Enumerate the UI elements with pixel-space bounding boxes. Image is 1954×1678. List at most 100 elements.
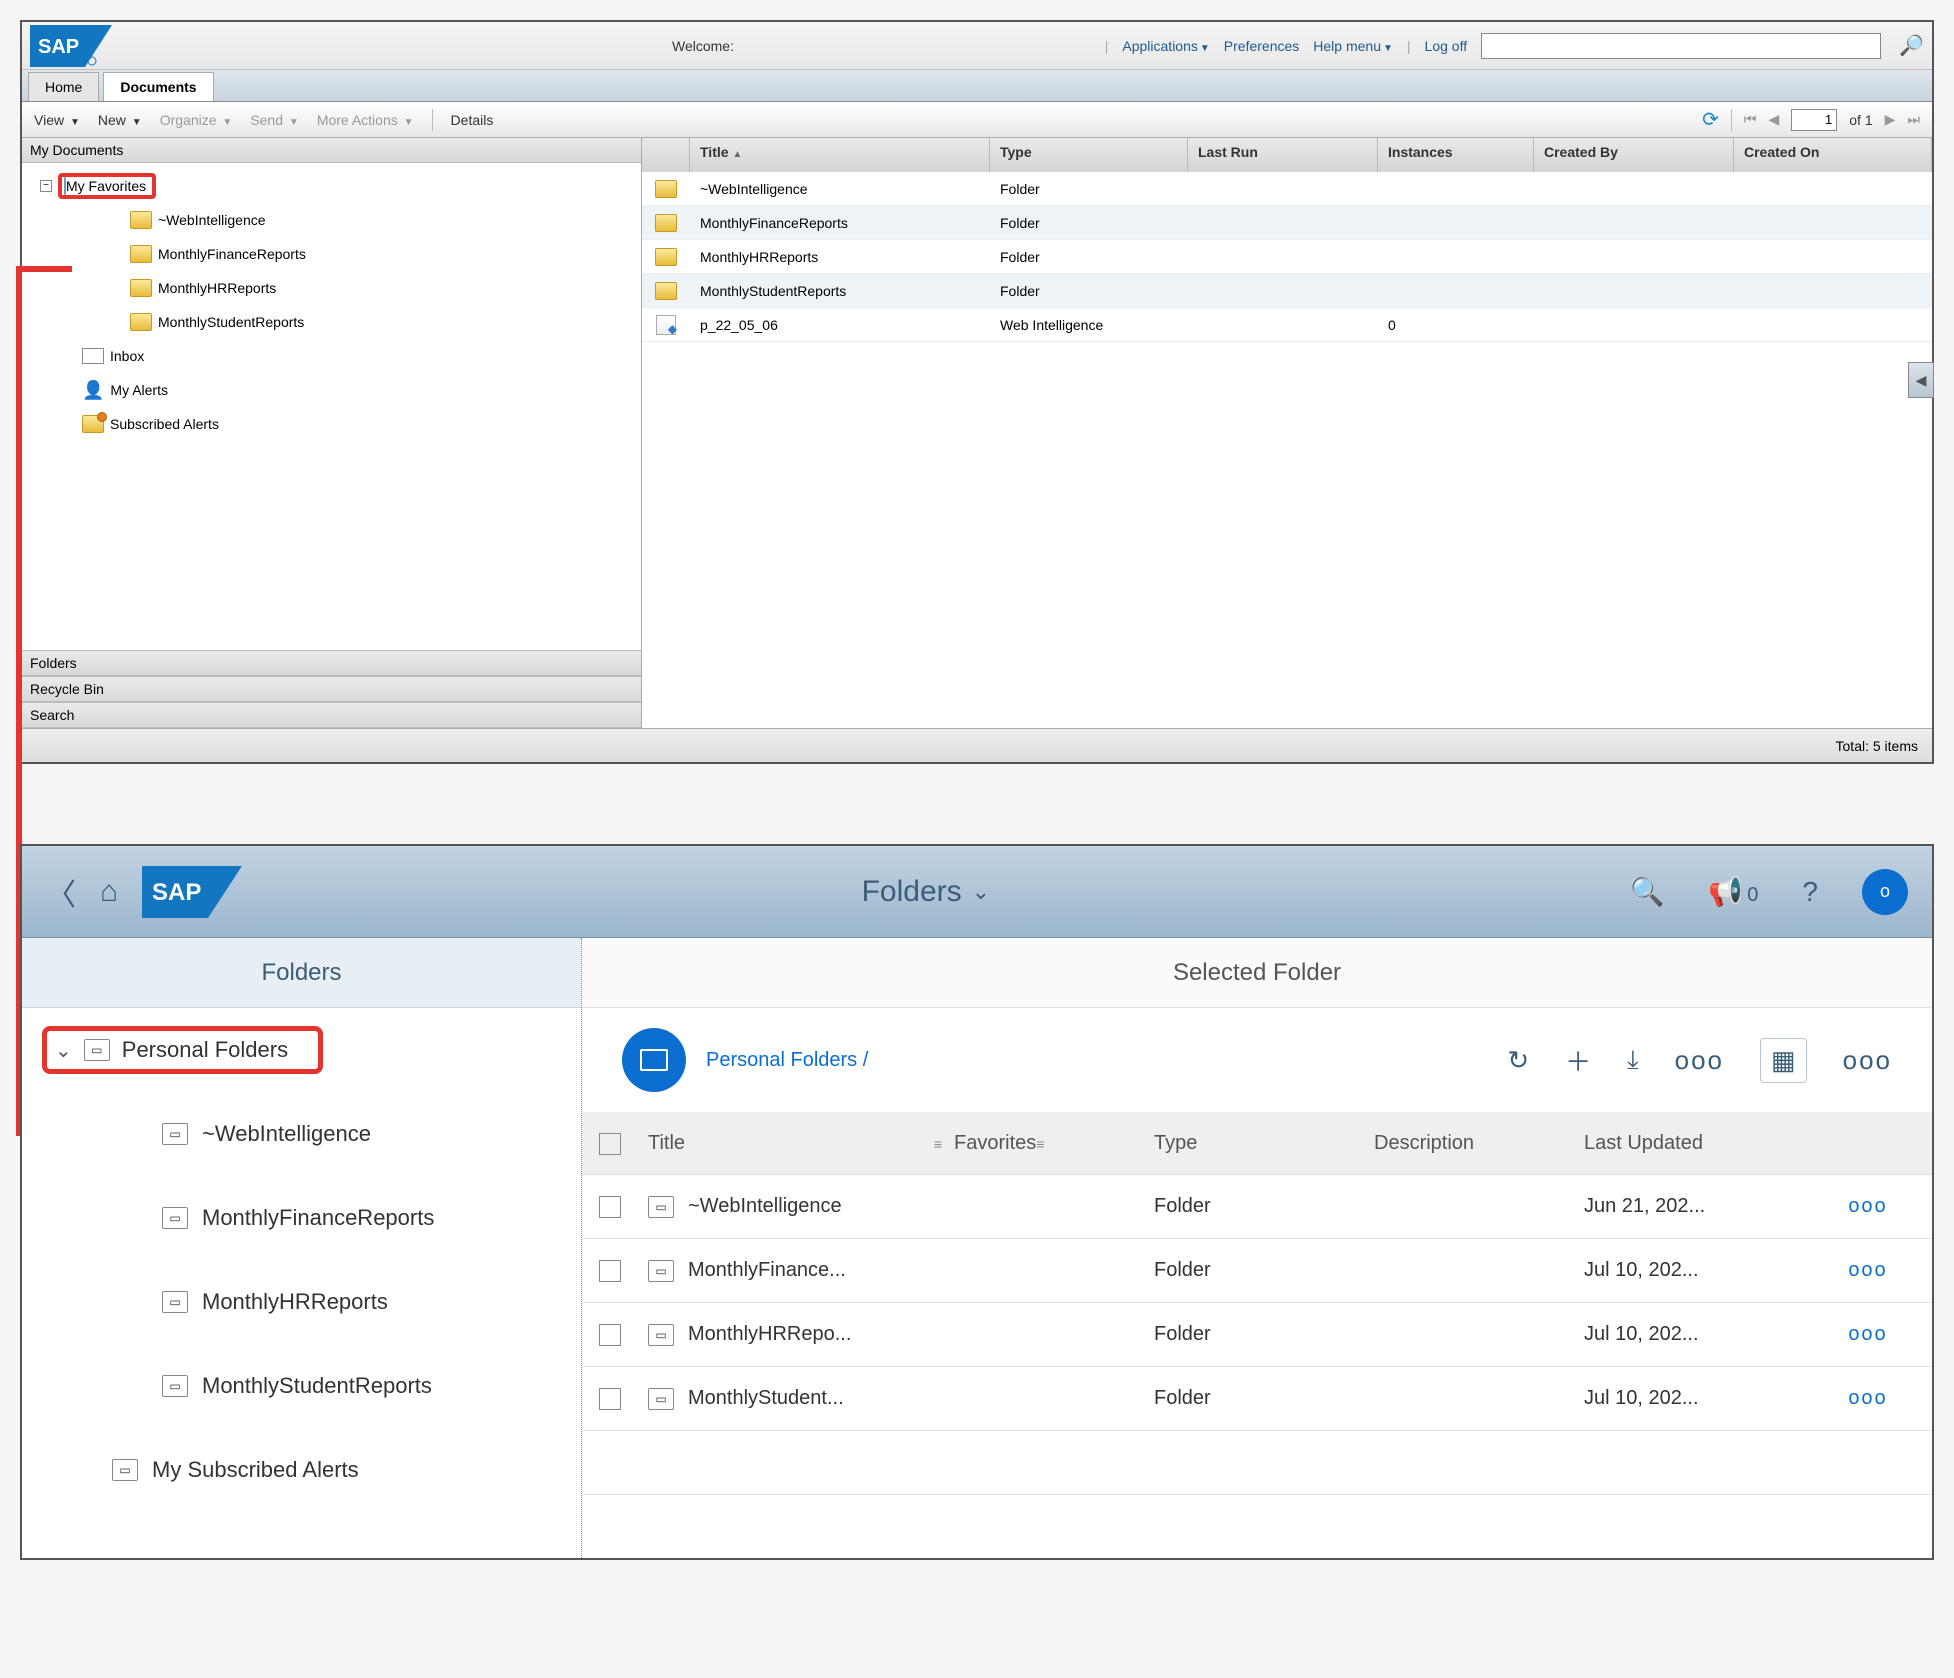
collapse-icon[interactable]: −	[40, 180, 52, 192]
col-lastrun[interactable]: Last Run	[1188, 138, 1378, 172]
tab-documents[interactable]: Documents	[103, 72, 213, 101]
row-checkbox[interactable]	[599, 1260, 621, 1282]
col-createdon[interactable]: Created On	[1734, 138, 1932, 172]
help-icon[interactable]: ?	[1802, 876, 1818, 908]
avatar[interactable]: o	[1862, 869, 1908, 915]
megaphone-icon[interactable]: 📢0	[1708, 875, 1758, 908]
inbox-icon	[82, 348, 104, 364]
row-checkbox[interactable]	[599, 1196, 621, 1218]
tree-inbox[interactable]: Inbox	[22, 339, 641, 373]
menu-send[interactable]: Send ▼	[250, 112, 299, 128]
refresh-icon[interactable]: ↻	[1507, 1045, 1529, 1076]
download-icon[interactable]: ⤓	[1627, 1044, 1639, 1076]
folder-icon: ▭	[648, 1260, 674, 1282]
cell-title: MonthlyFinanceReports	[690, 215, 990, 231]
menu-organize[interactable]: Organize ▼	[160, 112, 233, 128]
tree-item[interactable]: ▭MonthlyFinanceReports	[22, 1176, 581, 1260]
menu-more[interactable]: More Actions ▼	[317, 112, 414, 128]
section-search[interactable]: Search	[22, 702, 641, 728]
home-icon[interactable]: ⌂	[100, 875, 118, 909]
folder-icon	[130, 211, 152, 229]
pager-first-icon[interactable]: ⏮	[1744, 111, 1757, 128]
menu-details[interactable]: Details	[451, 112, 494, 128]
tree-item[interactable]: MonthlyFinanceReports	[22, 237, 641, 271]
table-row[interactable]: ~WebIntelligenceFolder	[642, 172, 1932, 206]
tree-item[interactable]: ▭~WebIntelligence	[22, 1092, 581, 1176]
col-instances[interactable]: Instances	[1378, 138, 1534, 172]
sap-logo: SAP	[142, 866, 242, 918]
folder-icon	[130, 313, 152, 331]
overflow-icon[interactable]: ooo	[1843, 1045, 1892, 1076]
tab-home[interactable]: Home	[28, 72, 99, 101]
menu-view[interactable]: View ▼	[34, 112, 80, 128]
row-more-icon[interactable]: ooo	[1848, 1259, 1887, 1281]
table-row[interactable]: MonthlyFinanceReportsFolder	[642, 206, 1932, 240]
col-createdby[interactable]: Created By	[1534, 138, 1734, 172]
search-input[interactable]	[1481, 33, 1881, 59]
col-type[interactable]: Type	[990, 138, 1188, 172]
search-icon[interactable]: 🔎	[1899, 33, 1924, 58]
menu-new[interactable]: New ▼	[98, 112, 142, 128]
pager-next-icon[interactable]: ▶	[1885, 111, 1896, 128]
row-more-icon[interactable]: ooo	[1848, 1387, 1887, 1409]
tree-my-favorites[interactable]: − My Favorites	[22, 169, 641, 203]
refresh-icon[interactable]: ⟳	[1702, 107, 1719, 132]
search-icon[interactable]: 🔍	[1630, 875, 1665, 908]
breadcrumb-icon	[622, 1028, 686, 1092]
tree-item[interactable]: MonthlyHRReports	[22, 271, 641, 305]
sort-icon[interactable]: ≡	[1036, 1136, 1056, 1152]
tree-personal-folders[interactable]: ⌄ ▭ Personal Folders	[22, 1008, 581, 1092]
table-row[interactable]: ▭~WebIntelligenceFolderJun 21, 202...ooo	[582, 1175, 1932, 1239]
cell-title: ~WebIntelligence	[690, 181, 990, 197]
tree-item[interactable]: ~WebIntelligence	[22, 203, 641, 237]
col-title[interactable]: Title▲	[690, 138, 990, 172]
row-more-icon[interactable]: ooo	[1848, 1195, 1887, 1217]
applications-link[interactable]: Applications▼	[1122, 38, 1209, 54]
separator	[432, 109, 433, 131]
pager-input[interactable]	[1791, 109, 1837, 131]
tree-item[interactable]: ▭MonthlyStudentReports	[22, 1344, 581, 1428]
table-row[interactable]: p_22_05_06Web Intelligence0	[642, 308, 1932, 342]
row-checkbox[interactable]	[599, 1388, 621, 1410]
add-icon[interactable]: ＋	[1565, 1042, 1591, 1079]
select-all-checkbox[interactable]	[599, 1133, 621, 1155]
col-type[interactable]: Type	[1154, 1132, 1374, 1155]
section-folders[interactable]: Folders	[22, 650, 641, 676]
col-description[interactable]: Description	[1374, 1132, 1584, 1155]
tree-header-mydocuments[interactable]: My Documents	[22, 138, 641, 163]
tree-item[interactable]: MonthlyStudentReports	[22, 305, 641, 339]
tree-my-alerts[interactable]: 👤My Alerts	[22, 373, 641, 407]
main-title: Selected Folder	[582, 938, 1932, 1008]
sort-icon[interactable]: ≡	[934, 1136, 954, 1152]
cell-title: MonthlyHRRepo...	[688, 1323, 851, 1346]
tree-subscribed-alerts[interactable]: ▭My Subscribed Alerts	[22, 1428, 581, 1512]
pager-last-icon[interactable]: ⏭	[1907, 111, 1920, 128]
pager-total: of 1	[1849, 112, 1872, 128]
grid-view-icon[interactable]: ▦	[1760, 1038, 1807, 1083]
table-row[interactable]: ▭MonthlyFinance...FolderJul 10, 202...oo…	[582, 1239, 1932, 1303]
preferences-link[interactable]: Preferences	[1224, 38, 1299, 54]
tree-subscribed-alerts[interactable]: Subscribed Alerts	[22, 407, 641, 441]
more-icon[interactable]: ooo	[1675, 1045, 1724, 1076]
title-dropdown-icon[interactable]: ⌄	[972, 879, 990, 905]
logoff-link[interactable]: Log off	[1425, 38, 1468, 54]
row-more-icon[interactable]: ooo	[1848, 1323, 1887, 1345]
table-row[interactable]: ▭MonthlyHRRepo...FolderJul 10, 202...ooo	[582, 1303, 1932, 1367]
chevron-down-icon[interactable]: ⌄	[55, 1038, 72, 1063]
collapse-panel-icon[interactable]: ◀	[1908, 362, 1934, 398]
folder-icon	[655, 214, 677, 232]
tree-item[interactable]: ▭MonthlyHRReports	[22, 1260, 581, 1344]
back-icon[interactable]: 〈	[46, 870, 76, 914]
pager-prev-icon[interactable]: ◀	[1768, 111, 1779, 128]
table-row[interactable]: MonthlyHRReportsFolder	[642, 240, 1932, 274]
col-title[interactable]: Title≡	[638, 1132, 954, 1155]
cell-updated: Jul 10, 202...	[1584, 1387, 1804, 1410]
section-recycle[interactable]: Recycle Bin	[22, 676, 641, 702]
breadcrumb-link[interactable]: Personal Folders /	[706, 1049, 868, 1072]
col-updated[interactable]: Last Updated	[1584, 1132, 1804, 1155]
col-favorites[interactable]: Favorites≡	[954, 1132, 1154, 1155]
table-row[interactable]: ▭MonthlyStudent...FolderJul 10, 202...oo…	[582, 1367, 1932, 1431]
table-row[interactable]: MonthlyStudentReportsFolder	[642, 274, 1932, 308]
help-link[interactable]: Help menu▼	[1313, 38, 1393, 54]
row-checkbox[interactable]	[599, 1324, 621, 1346]
